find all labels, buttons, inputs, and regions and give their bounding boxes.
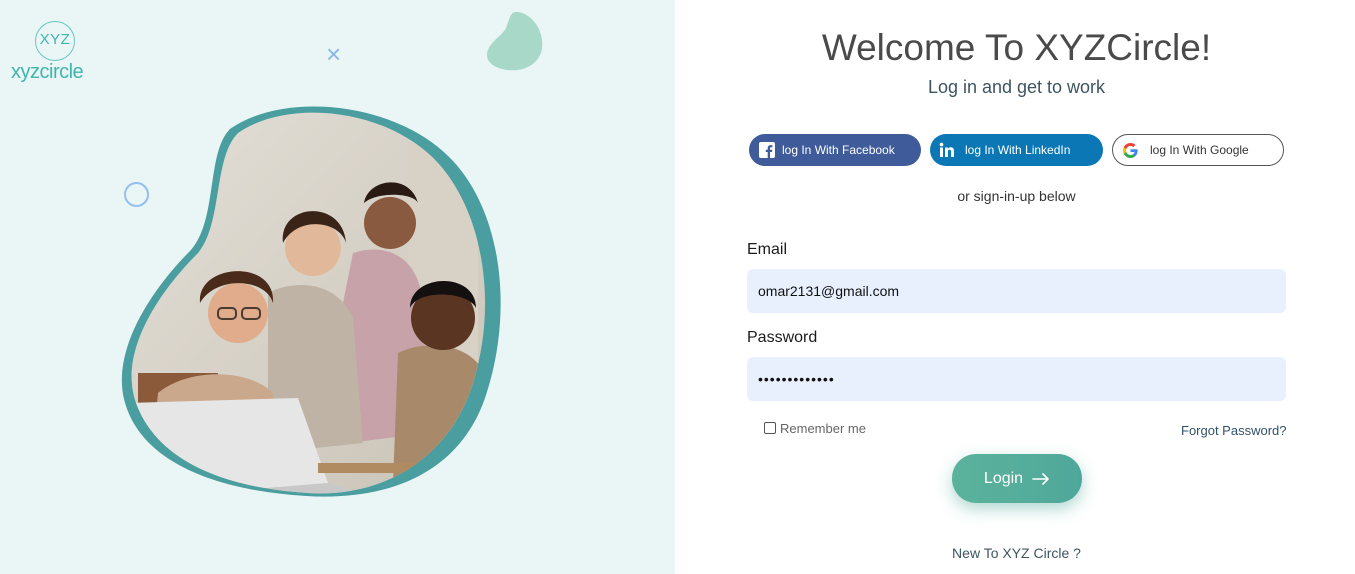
linkedin-login-button[interactable]: log In With LinkedIn — [930, 134, 1103, 166]
login-button-label: Login — [983, 469, 1024, 487]
google-login-label: log In With Google — [1150, 143, 1249, 157]
left-panel: XYZ xyzcircle × — [0, 0, 675, 574]
hero-team-photo — [121, 106, 501, 497]
logo[interactable]: XYZ xyzcircle — [10, 18, 100, 88]
google-login-button[interactable]: log In With Google — [1112, 134, 1284, 166]
google-icon — [1121, 141, 1139, 159]
logo-wordmark: xyzcircle — [11, 61, 84, 83]
signup-link[interactable]: New To XYZ Circle ? — [675, 545, 1355, 561]
page-title: Welcome To XYZCircle! — [821, 27, 1212, 68]
remember-me[interactable]: Remember me — [764, 421, 866, 436]
linkedin-icon — [938, 141, 956, 159]
email-label: Email — [747, 241, 788, 258]
facebook-icon — [758, 141, 776, 159]
decorative-blob-icon — [486, 11, 543, 71]
facebook-login-button[interactable]: log In With Facebook — [749, 134, 921, 166]
password-label: Password — [747, 329, 818, 346]
divider-text: or sign-in-up below — [957, 188, 1076, 204]
email-input[interactable] — [747, 269, 1286, 313]
arrow-right-icon — [1032, 472, 1050, 485]
facebook-login-label: log In With Facebook — [782, 143, 895, 157]
login-panel: Welcome To XYZCircle! Log in and get to … — [675, 0, 1355, 574]
remember-me-checkbox[interactable] — [764, 421, 776, 434]
password-input[interactable] — [747, 357, 1286, 401]
decorative-x-icon: × — [326, 39, 342, 69]
logo-mark: XYZ — [39, 31, 71, 48]
page-subtitle: Log in and get to work — [927, 77, 1106, 97]
forgot-password-link[interactable]: Forgot Password? — [1181, 423, 1287, 438]
linkedin-login-label: log In With LinkedIn — [965, 143, 1071, 157]
login-button[interactable]: Login — [952, 454, 1082, 503]
remember-me-label: Remember me — [780, 421, 866, 436]
